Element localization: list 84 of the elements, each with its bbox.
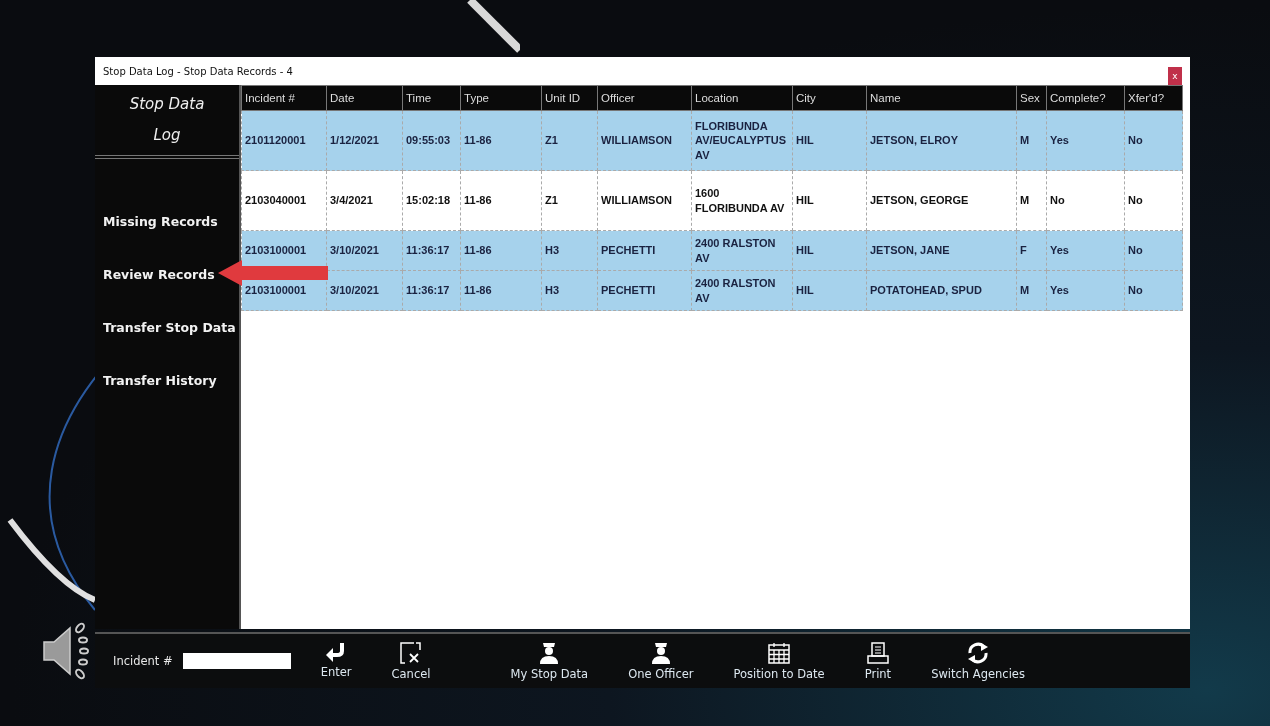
table-cell: HIL [792, 170, 867, 231]
sidebar-item[interactable]: Missing Records [103, 209, 218, 233]
table-cell: M [1016, 170, 1047, 231]
table-cell: 11-86 [460, 110, 542, 171]
toolbar-button[interactable]: Cancel [391, 641, 431, 681]
sidebar-item[interactable]: Transfer History [103, 368, 217, 392]
toolbar-button[interactable]: One Officer [628, 641, 694, 681]
table-cell: No [1046, 170, 1125, 231]
table-cell: HIL [792, 230, 867, 271]
table-cell: POTATOHEAD, SPUD [866, 270, 1017, 311]
table-cell: 11:36:17 [402, 230, 461, 271]
table-cell: Yes [1046, 110, 1125, 171]
table-cell: HIL [792, 110, 867, 171]
sidebar-item[interactable]: Review Records [103, 262, 215, 286]
table-cell: WILLIAMSON [597, 110, 692, 171]
table-cell: Z1 [541, 110, 598, 171]
table-cell: 2400 RALSTON AV [691, 270, 793, 311]
officer-icon [650, 641, 671, 664]
column-header[interactable]: Time [402, 85, 461, 111]
refresh-icon [966, 641, 991, 664]
toolbar-button[interactable]: Switch Agencies [931, 641, 1025, 681]
table-cell: PECHETTI [597, 230, 692, 271]
table-cell: 2400 RALSTON AV [691, 230, 793, 271]
toolbar-button[interactable]: Enter [320, 641, 352, 681]
table-cell: 2103040001 [241, 170, 327, 231]
table-cell: 3/4/2021 [326, 170, 403, 231]
table-cell: 11-86 [460, 170, 542, 231]
close-button[interactable]: x [1168, 67, 1182, 85]
column-header[interactable]: Complete? [1046, 85, 1125, 111]
table-row[interactable]: 2103100001 3/10/2021 11:36:17 11-86 H3 PECHETTI 2400 RALSTON AV HIL JETSON, JANE F Yes No [241, 230, 1183, 271]
table-cell: JETSON, GEORGE [866, 170, 1017, 231]
incident-label: Incident # [113, 654, 173, 668]
printer-icon [866, 641, 889, 664]
column-header[interactable]: Incident # [241, 85, 327, 111]
column-header[interactable]: Type [460, 85, 542, 111]
table-cell: JETSON, ELROY [866, 110, 1017, 171]
window-title: Stop Data Log - Stop Data Records - 4 [103, 65, 293, 77]
table-cell: 09:55:03 [402, 110, 461, 171]
table-cell: 3/10/2021 [326, 230, 403, 271]
column-header[interactable]: Officer [597, 85, 692, 111]
table-cell: JETSON, JANE [866, 230, 1017, 271]
table-cell: F [1016, 230, 1047, 271]
cancel-icon [400, 641, 423, 664]
column-header[interactable]: Sex [1016, 85, 1047, 111]
table-cell: 3/10/2021 [326, 270, 403, 311]
calendar-icon [768, 641, 791, 664]
table-cell: 15:02:18 [402, 170, 461, 231]
incident-input-field[interactable] [182, 653, 291, 669]
table-cell: No [1124, 230, 1183, 271]
toolbar-button[interactable]: Print [864, 641, 892, 681]
table-cell: 1/12/2021 [326, 110, 403, 171]
table-cell: H3 [541, 230, 598, 271]
table-cell: 1600 FLORIBUNDA AV [691, 170, 793, 231]
table-cell: 11-86 [460, 270, 542, 311]
table-row[interactable]: 2101120001 1/12/2021 09:55:03 11-86 Z1 WILLIAMSON FLORIBUNDA AV/EUCALYPTUS AV HIL JETSON, ELROY M Yes No [241, 110, 1183, 171]
table-cell: 11:36:17 [402, 270, 461, 311]
table-cell: No [1124, 170, 1183, 231]
table-cell: Yes [1046, 270, 1125, 311]
table-cell: HIL [792, 270, 867, 311]
table-row[interactable]: 2103100001 3/10/2021 11:36:17 11-86 H3 PECHETTI 2400 RALSTON AV HIL POTATOHEAD, SPUD M Yes No [241, 270, 1183, 311]
toolbar-button[interactable]: Position to Date [733, 641, 825, 681]
table-cell: No [1124, 110, 1183, 171]
column-header[interactable]: Date [326, 85, 403, 111]
table-cell: No [1124, 270, 1183, 311]
table-row[interactable]: 2103040001 3/4/2021 15:02:18 11-86 Z1 WILLIAMSON 1600 FLORIBUNDA AV HIL JETSON, GEORGE M No No [241, 170, 1183, 231]
table-cell: 11-86 [460, 230, 542, 271]
column-header[interactable]: City [792, 85, 867, 111]
table-cell: 2101120001 [241, 110, 327, 171]
table-cell: FLORIBUNDA AV/EUCALYPTUS AV [691, 110, 793, 171]
column-header[interactable]: Unit ID [541, 85, 598, 111]
table-cell: WILLIAMSON [597, 170, 692, 231]
column-header[interactable]: Name [866, 85, 1017, 111]
table-cell: H3 [541, 270, 598, 311]
table-cell: Z1 [541, 170, 598, 231]
table-cell: Yes [1046, 230, 1125, 271]
speaker-icon[interactable] [40, 622, 90, 680]
toolbar-button[interactable]: My Stop Data [510, 641, 589, 681]
table-cell: M [1016, 110, 1047, 171]
table-cell: PECHETTI [597, 270, 692, 311]
column-header[interactable]: Location [691, 85, 793, 111]
table-cell: M [1016, 270, 1047, 311]
officer-icon [539, 641, 560, 664]
sidebar-item[interactable]: Transfer Stop Data [103, 315, 236, 339]
column-header[interactable]: Xfer'd? [1124, 85, 1183, 111]
